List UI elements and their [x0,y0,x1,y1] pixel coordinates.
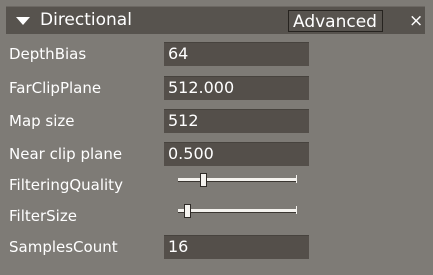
depth-bias-field[interactable]: 64 [164,42,309,66]
filtering-quality-label: FilteringQuality [9,176,123,194]
slider-thumb[interactable] [200,173,207,187]
slider-track[interactable] [178,209,296,213]
near-clip-plane-field[interactable]: 0.500 [164,142,309,166]
slider-end [296,175,297,183]
map-size-label: Map size [9,112,75,130]
far-clip-plane-label: FarClipPlane [9,79,102,97]
filter-size-label: FilterSize [9,207,77,225]
panel-title: Directional [40,10,132,30]
far-clip-plane-field[interactable]: 512.000 [164,76,309,100]
near-clip-plane-label: Near clip plane [9,145,123,163]
samples-count-label: SamplesCount [9,238,118,256]
filtering-quality-slider[interactable] [178,170,298,190]
directional-light-panel: Directional Advanced × DepthBias 64 FarC… [0,0,433,275]
slider-thumb[interactable] [184,204,191,218]
slider-track[interactable] [178,178,296,182]
slider-end [296,206,297,214]
close-icon[interactable]: × [409,10,423,32]
depth-bias-label: DepthBias [9,45,87,63]
triangle-down-icon[interactable] [16,17,30,25]
panel-titlebar[interactable]: Directional Advanced × [6,6,425,34]
filter-size-slider[interactable] [178,201,298,221]
advanced-button[interactable]: Advanced [288,10,383,32]
samples-count-field[interactable]: 16 [164,235,309,259]
map-size-field[interactable]: 512 [164,109,309,133]
